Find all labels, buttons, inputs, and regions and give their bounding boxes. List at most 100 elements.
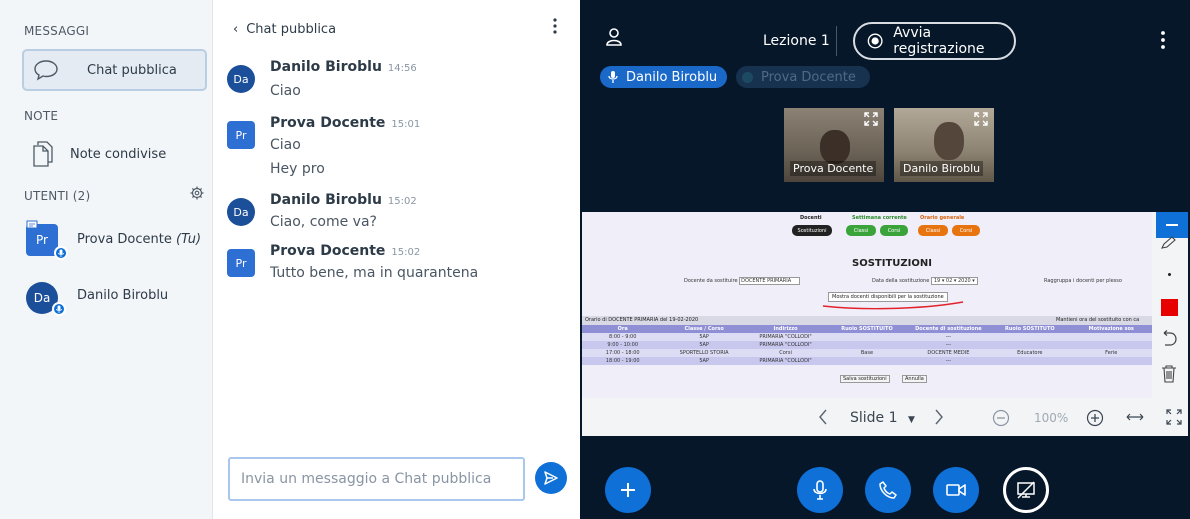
slide-td: 8:00 - 9:00: [608, 334, 637, 340]
message-time: 14:56: [387, 63, 417, 74]
sidebar-item-public-chat[interactable]: Chat pubblica: [22, 49, 207, 91]
slide-select[interactable]: Slide 1 ▼: [850, 410, 915, 426]
more-options-icon[interactable]: [1161, 31, 1165, 49]
notes-section-label: NOTE: [24, 109, 59, 123]
slide-button: Classi: [846, 225, 876, 236]
avatar-initials: Da: [233, 72, 249, 86]
slide-filter-value: DOCENTE PRIMARIA: [739, 277, 801, 285]
avatar-initials: Da: [33, 291, 51, 305]
user-name: Danilo Biroblu: [77, 288, 169, 303]
screen-share-button[interactable]: [1003, 467, 1049, 513]
message-text: Tutto bene, ma in quarantena: [270, 265, 479, 281]
video-tile[interactable]: Prova Docente: [784, 108, 884, 182]
slide-td: PRIMARIA "COLLODI": [759, 334, 812, 340]
message-time: 15:02: [387, 196, 417, 207]
avatar: Pr: [227, 121, 255, 149]
slide-controls: Slide 1 ▼ 100%: [582, 398, 1188, 436]
microphone-button[interactable]: [797, 467, 843, 513]
thickness-dot-icon[interactable]: [1168, 273, 1171, 276]
slide-filter: Docente da sostituire DOCENTE PRIMARIA: [684, 277, 801, 285]
slide-table-row: 8:00 - 9:00 5AP PRIMARIA "COLLODI" ---: [582, 333, 1152, 341]
slide-td: 5AP: [699, 334, 709, 340]
trash-icon[interactable]: [1161, 365, 1177, 383]
video-name: Danilo Biroblu: [900, 161, 984, 176]
slide-button: Corsi: [880, 225, 908, 236]
chat-options-icon[interactable]: [553, 18, 557, 38]
send-button[interactable]: [535, 462, 567, 494]
slide-td: 17:00 - 18:00: [605, 350, 640, 356]
shared-notes-label: Note condivise: [70, 146, 167, 162]
slide-table: Ora Classe / Corso Indirizzo Ruolo SOSTITUI…: [582, 325, 1152, 365]
record-label: Avvia registrazione: [893, 25, 985, 57]
slide-td: 5AP: [699, 342, 709, 348]
message-text: Ciao: [270, 137, 301, 153]
user-list-item[interactable]: Da Danilo Biroblu: [22, 278, 207, 322]
talking-indicator: Danilo Biroblu: [600, 66, 727, 88]
minimize-toolbar-icon[interactable]: [1156, 212, 1188, 238]
chat-panel: ‹ Chat pubblica Da Danilo Biroblu 14:56 Ci…: [213, 0, 580, 519]
avatar-initials: Pr: [235, 128, 247, 142]
color-swatch[interactable]: [1161, 299, 1178, 316]
phone-icon: [879, 481, 897, 499]
red-annotation-line: [822, 301, 964, 310]
video-tile[interactable]: Danilo Biroblu: [894, 108, 994, 182]
slide-td: DOCENTE MEDIE: [927, 350, 970, 356]
zoom-out-icon[interactable]: [992, 409, 1010, 427]
slide-th: Motivazione sos: [1088, 326, 1134, 332]
presentation-slide[interactable]: Docenti Settimana corrente Orario genera…: [582, 212, 1152, 398]
author-name: Danilo Biroblu: [270, 192, 382, 208]
slide-nav-label: Orario generale: [920, 215, 965, 221]
slide-table-row: 17:00 - 18:00 SPORTELLO STORIA Corsi Base DO…: [582, 349, 1152, 357]
message-time: 15:02: [391, 247, 421, 258]
zoom-in-icon[interactable]: [1086, 409, 1104, 427]
talking-indicator: Prova Docente: [736, 66, 870, 88]
avatar: Pr: [227, 249, 255, 277]
camera-button[interactable]: [933, 467, 979, 513]
gear-icon[interactable]: [190, 186, 204, 200]
person-silhouette: [934, 122, 964, 160]
message-text: Ciao, come va?: [270, 214, 377, 230]
chevron-right-icon[interactable]: [934, 409, 944, 425]
message-author: Prova Docente 15:02: [270, 243, 420, 259]
zoom-level: 100%: [1034, 411, 1069, 425]
message-author: Prova Docente 15:01: [270, 115, 420, 131]
message-input-placeholder: Invia un messaggio a Chat pubblica: [241, 471, 492, 487]
slide-th: Ora: [617, 326, 628, 332]
sidebar-item-shared-notes[interactable]: Note condivise: [22, 133, 207, 175]
phone-button[interactable]: [865, 467, 911, 513]
video-name: Prova Docente: [790, 161, 877, 176]
user-icon[interactable]: [605, 27, 623, 47]
fullscreen-icon[interactable]: [974, 112, 988, 126]
slide-checkbox-label: Mantieni ora del sostituito con ca: [1056, 317, 1140, 323]
actions-button[interactable]: [605, 467, 651, 513]
fit-width-icon[interactable]: [1126, 411, 1144, 423]
slide-th: Classe / Corso: [684, 326, 724, 332]
chat-back-link[interactable]: ‹ Chat pubblica: [233, 22, 336, 37]
slide-td: Corsi: [779, 350, 792, 356]
public-chat-label: Chat pubblica: [87, 62, 177, 78]
slide-td: 9:00 - 10:00: [607, 342, 639, 348]
fullscreen-icon[interactable]: [1166, 409, 1182, 425]
status-dot-icon: [742, 71, 753, 83]
slide-td: 5AP: [699, 358, 709, 364]
message-input[interactable]: Invia un messaggio a Chat pubblica: [228, 457, 525, 501]
pencil-icon[interactable]: [1160, 236, 1176, 250]
undo-icon[interactable]: [1160, 330, 1178, 346]
slide-td: ---: [945, 358, 952, 364]
user-list-item[interactable]: Pr Prova Docente (Tu): [22, 220, 207, 264]
slide-table-row: 9:00 - 10:00 5AP PRIMARIA "COLLODI" ---: [582, 341, 1152, 349]
record-button[interactable]: Avvia registrazione: [853, 22, 1016, 60]
slide-table-header: Ora Classe / Corso Indirizzo Ruolo SOSTITUI…: [582, 325, 1152, 333]
slide-select-label: Slide 1: [850, 410, 898, 426]
slide-filter-label: Data della sostituzione: [872, 278, 930, 284]
camera-icon: [946, 484, 966, 496]
lesson-title: Lezione 1: [763, 33, 830, 49]
person-silhouette: [820, 130, 850, 164]
screen-share-off-icon: [1017, 481, 1035, 499]
slide-nav-label: Docenti: [800, 215, 822, 221]
document-icon: [33, 141, 53, 167]
fullscreen-icon[interactable]: [864, 112, 878, 126]
chevron-left-icon[interactable]: [818, 409, 828, 425]
slide-td: SPORTELLO STORIA: [679, 350, 729, 356]
avatar-initials: Pr: [235, 256, 247, 270]
